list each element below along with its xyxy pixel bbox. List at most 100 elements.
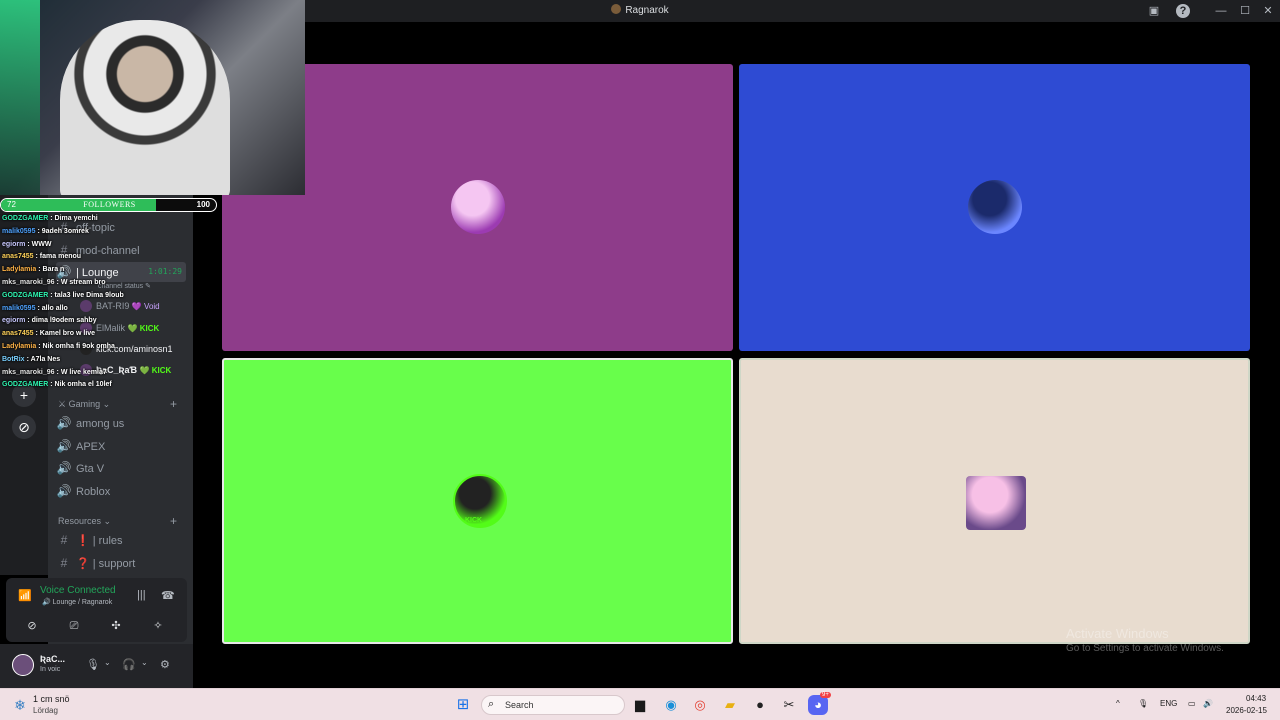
speaker-icon: 🔊 (56, 484, 72, 498)
avatar[interactable] (12, 654, 34, 676)
chat-username: BotRix (2, 355, 25, 363)
speaker-icon: 🔊 (56, 461, 72, 475)
soundboard-icon: ✧ (153, 620, 163, 632)
chat-text: : W live kemla7 (56, 368, 107, 376)
chat-message: mks_maroki_96: W live kemla7 (2, 369, 107, 381)
channel-roblox[interactable]: 🔊 Roblox (56, 481, 111, 501)
chat-message: egiorm: dima l9odem sahby (2, 317, 97, 329)
followers-goal-bar: 72 FOLLOWERS 100 (0, 198, 217, 212)
settings-gear-icon[interactable]: ⚙ (160, 658, 170, 671)
chat-message: GODZGAMER: Nik omha el 10lef (2, 381, 112, 393)
chat-text: : A7la Nes (26, 355, 61, 363)
chat-username: GODZGAMER (2, 291, 49, 299)
chevron-down-icon: ⌄ (103, 516, 112, 526)
hash-icon: # (60, 533, 68, 547)
screen-share-button[interactable]: ⎚ (56, 616, 92, 636)
chat-message: Ladylamia: Bara n (2, 266, 64, 278)
chat-message: malik0595: allo allo (2, 305, 68, 317)
microphone-icon[interactable]: 🎙 (86, 658, 100, 671)
category-gaming[interactable]: ⚔ Gaming ⌄ (58, 399, 110, 410)
close-button[interactable]: ✕ (1261, 4, 1275, 18)
weather-temp[interactable]: 1 cm snö (33, 694, 70, 704)
kick-badge: KICK (465, 517, 483, 524)
add-channel-button[interactable]: + (170, 397, 177, 411)
obs-icon[interactable]: ● (750, 695, 770, 715)
participant-tile[interactable]: KICK (222, 358, 733, 644)
participant-tile[interactable] (739, 358, 1250, 644)
chat-text: : Nik omha el 10lef (50, 381, 112, 389)
followers-goal: 100 (196, 200, 210, 209)
user-status: In voic (40, 666, 61, 673)
volume-icon[interactable]: 🔊 (1203, 699, 1213, 708)
chat-text: : Kamel bro w live (35, 330, 96, 338)
chevron-down-icon[interactable]: ⌄ (104, 658, 111, 667)
disconnect-icon[interactable]: ☎ (161, 589, 175, 602)
chat-text: : Nik omha fi 9ok omha (38, 343, 115, 350)
activate-windows-watermark: Activate Windows Go to Settings to activ… (1066, 626, 1224, 654)
channel-rules[interactable]: # ❗ | rules (56, 530, 123, 550)
pencil-icon: ✎ (145, 283, 151, 290)
chat-username: egiorm (2, 240, 26, 248)
chat-text: : 9adeh 3omrek (37, 227, 89, 235)
inbox-icon[interactable]: ▣ (1147, 4, 1161, 18)
capcut-icon[interactable]: ✂ (779, 695, 799, 715)
clock-date[interactable]: 2026-02-15 (1226, 706, 1267, 715)
voice-connected-title[interactable]: Voice Connected (40, 585, 116, 596)
channel-among-us[interactable]: 🔊 among us (56, 413, 125, 433)
chat-username: anas7455 (2, 330, 34, 338)
weather-day: Lördag (33, 706, 58, 715)
search-icon: ⌕ (488, 698, 495, 710)
edge-browser-icon[interactable]: ◉ (661, 695, 681, 715)
hash-icon: # (60, 556, 68, 570)
chat-username: Ladylamia (2, 266, 37, 274)
participant-avatar (451, 180, 505, 234)
category-resources[interactable]: Resources ⌄ (58, 516, 111, 527)
chat-username: egiorm (2, 317, 26, 325)
search-input[interactable]: ⌕ Search (481, 695, 625, 715)
chat-text: : W stream bro (56, 279, 106, 286)
participant-tile[interactable] (739, 64, 1250, 351)
discover-icon[interactable]: ⊘ (12, 415, 36, 439)
chat-username: malik0595 (2, 227, 36, 235)
voice-channel-path[interactable]: 🔊 Lounge / Ragnarok (42, 598, 112, 606)
start-windows-icon[interactable]: ⊞ (453, 695, 473, 715)
maximize-button[interactable]: ☐ (1238, 4, 1252, 18)
chevron-up-icon[interactable]: ^ (1116, 699, 1120, 708)
participant-avatar: KICK (453, 474, 507, 528)
noise-suppression-icon[interactable]: ||| (137, 589, 146, 601)
task-view-icon[interactable]: ▆ (630, 695, 650, 715)
username[interactable]: ƦaC... (40, 654, 65, 664)
category-icon: ⚔ (58, 399, 67, 409)
language-indicator[interactable]: ENG (1160, 699, 1177, 708)
file-explorer-icon[interactable]: ▰ (720, 695, 740, 715)
participant-avatar (966, 476, 1026, 530)
help-icon[interactable]: ? (1176, 4, 1190, 18)
call-stage: KICK (193, 22, 1280, 688)
minimize-button[interactable]: — (1214, 4, 1228, 18)
taskbar: ❄ 1 cm snö Lördag ⊞ ⌕ Search ▆ ◉ ◎ ▰ ● ✂… (0, 688, 1280, 720)
chat-username: malik0595 (2, 304, 36, 312)
chat-message: BotRix: A7la Nes (2, 356, 60, 368)
snow-icon[interactable]: ❄ (12, 697, 28, 713)
channel-support[interactable]: # ❓ | support (56, 553, 136, 573)
participant-avatar (968, 180, 1022, 234)
camera-off-button[interactable]: ⊘ (14, 616, 50, 636)
soundboard-button[interactable]: ✧ (140, 616, 176, 636)
network-icon[interactable]: ▭ (1188, 699, 1196, 708)
streamer-webcam (60, 20, 230, 195)
chevron-down-icon[interactable]: ⌄ (141, 658, 148, 667)
chat-message: GODZGAMER: tala3 live Dima 9loub (2, 292, 124, 304)
add-channel-button[interactable]: + (170, 514, 177, 528)
chat-username: anas7455 (2, 253, 34, 261)
chat-message: egiorm: WWW (2, 241, 51, 253)
activities-button[interactable]: ✣ (98, 616, 134, 636)
discord-icon[interactable]: ◕ (808, 695, 828, 715)
headphones-icon[interactable]: 🎧 (122, 658, 136, 671)
channel-gta-v[interactable]: 🔊 Gta V (56, 458, 105, 478)
chevron-down-icon: ⌄ (102, 399, 111, 409)
channel-apex[interactable]: 🔊 APEX (56, 436, 106, 456)
clock-time[interactable]: 04:43 (1246, 694, 1266, 703)
chrome-browser-icon[interactable]: ◎ (690, 695, 710, 715)
microphone-tray-icon[interactable]: 🎙 (1138, 699, 1148, 708)
chat-message: malik0595: 9adeh 3omrek (2, 228, 89, 240)
